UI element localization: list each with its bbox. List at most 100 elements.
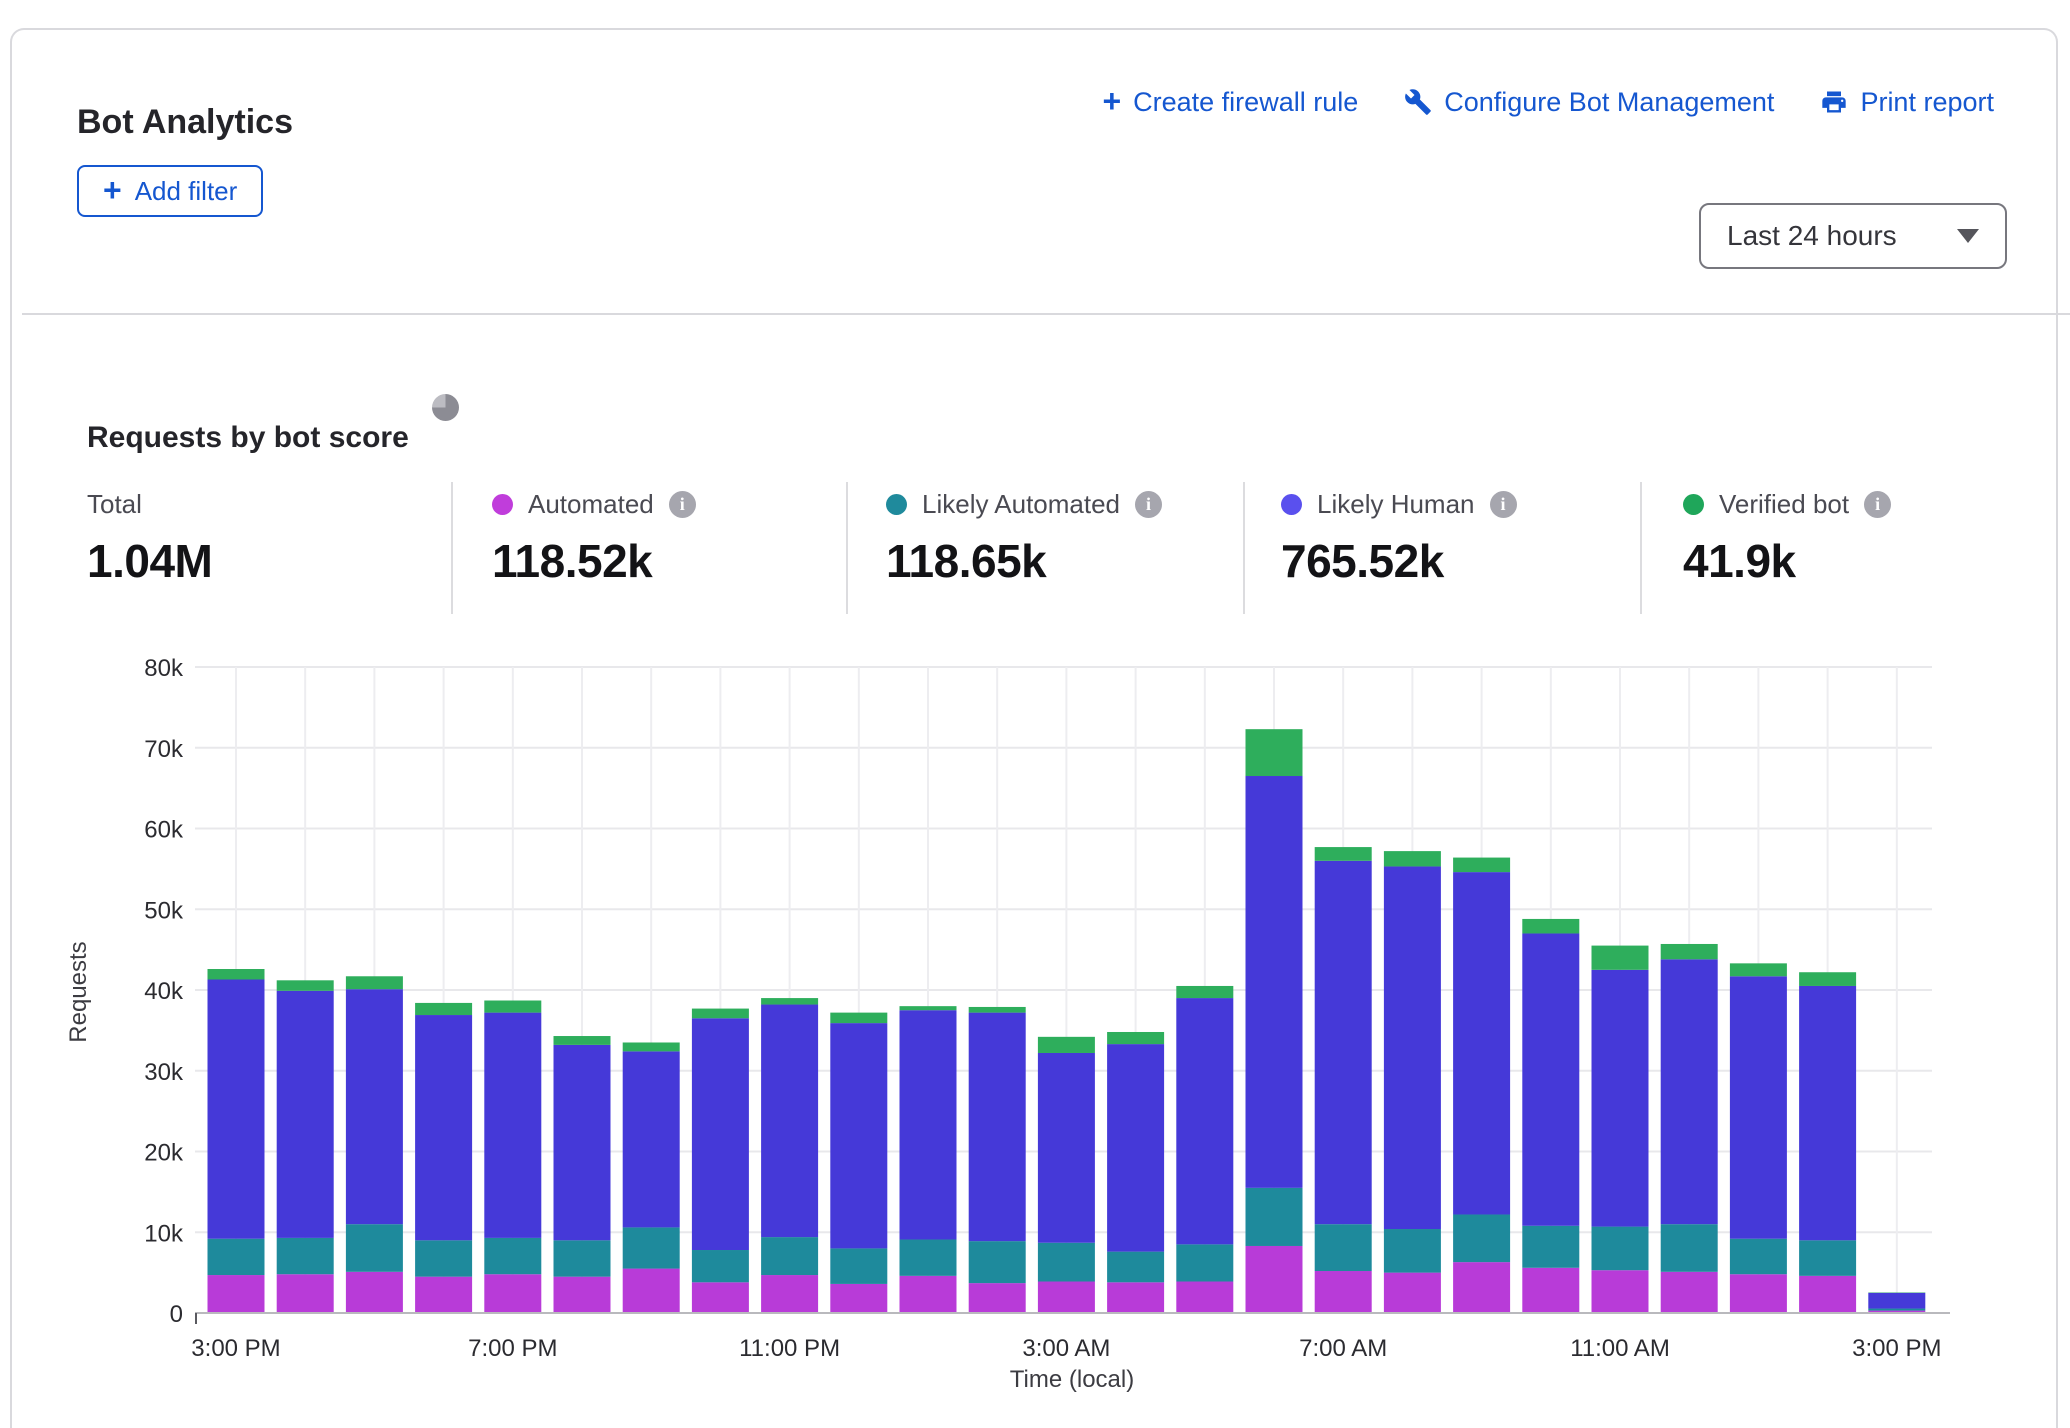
bar-segment[interactable]: [623, 1051, 680, 1227]
bar-segment[interactable]: [277, 980, 334, 990]
time-range-select[interactable]: Last 24 hours: [1699, 203, 2007, 269]
bar-segment[interactable]: [415, 1277, 472, 1313]
bar-segment[interactable]: [1176, 1282, 1233, 1313]
bar-segment[interactable]: [1176, 1244, 1233, 1281]
bot-score-chart[interactable]: 010k20k30k40k50k60k70k80k3:00 PM7:00 PM1…: [0, 600, 2070, 1394]
bar-segment[interactable]: [623, 1269, 680, 1313]
bar-segment[interactable]: [1522, 1268, 1579, 1313]
bar-segment[interactable]: [1730, 1239, 1787, 1275]
print-report-link[interactable]: Print report: [1820, 87, 1994, 118]
bar-segment[interactable]: [554, 1045, 611, 1240]
bar-segment[interactable]: [1453, 1214, 1510, 1262]
bar-segment[interactable]: [346, 1224, 403, 1272]
bar-segment[interactable]: [900, 1276, 957, 1313]
bar-segment[interactable]: [900, 1240, 957, 1276]
bar-segment[interactable]: [830, 1013, 887, 1023]
bar-segment[interactable]: [1661, 1272, 1718, 1313]
configure-bot-management-link[interactable]: Configure Bot Management: [1404, 87, 1774, 118]
bar-segment[interactable]: [277, 1238, 334, 1274]
bar-segment[interactable]: [1453, 1262, 1510, 1313]
bar-segment[interactable]: [969, 1007, 1026, 1013]
bar-segment[interactable]: [1661, 959, 1718, 1224]
bar-segment[interactable]: [1730, 1274, 1787, 1313]
bar-segment[interactable]: [692, 1282, 749, 1313]
bar-segment[interactable]: [900, 1006, 957, 1010]
bar-segment[interactable]: [1384, 851, 1441, 866]
bar-segment[interactable]: [208, 1239, 265, 1275]
bar-segment[interactable]: [1315, 1271, 1372, 1313]
bar-segment[interactable]: [1176, 998, 1233, 1244]
bar-segment[interactable]: [554, 1277, 611, 1313]
bar-segment[interactable]: [277, 991, 334, 1238]
bar-segment[interactable]: [1246, 729, 1303, 776]
bar-segment[interactable]: [1315, 1224, 1372, 1271]
bar-segment[interactable]: [1038, 1053, 1095, 1243]
bar-segment[interactable]: [1384, 866, 1441, 1229]
bar-segment[interactable]: [1799, 1276, 1856, 1313]
bar-segment[interactable]: [484, 1013, 541, 1238]
bar-segment[interactable]: [1453, 858, 1510, 873]
bar-segment[interactable]: [1592, 946, 1649, 970]
bar-segment[interactable]: [1592, 1270, 1649, 1313]
bar-segment[interactable]: [761, 1237, 818, 1275]
bar-segment[interactable]: [623, 1227, 680, 1268]
bar-segment[interactable]: [1246, 776, 1303, 1188]
bar-segment[interactable]: [623, 1042, 680, 1051]
bar-segment[interactable]: [1038, 1243, 1095, 1282]
bar-segment[interactable]: [830, 1284, 887, 1313]
bar-segment[interactable]: [692, 1009, 749, 1019]
bar-segment[interactable]: [692, 1250, 749, 1282]
bar-segment[interactable]: [1730, 963, 1787, 976]
bar-segment[interactable]: [1592, 1227, 1649, 1271]
bar-segment[interactable]: [1799, 1240, 1856, 1276]
bar-segment[interactable]: [1730, 976, 1787, 1238]
bar-segment[interactable]: [969, 1013, 1026, 1242]
bar-segment[interactable]: [554, 1240, 611, 1276]
bar-segment[interactable]: [761, 1005, 818, 1238]
bar-segment[interactable]: [1246, 1188, 1303, 1246]
bar-segment[interactable]: [208, 969, 265, 979]
bar-segment[interactable]: [1661, 1224, 1718, 1272]
bar-segment[interactable]: [1176, 986, 1233, 998]
bar-segment[interactable]: [484, 1274, 541, 1313]
bar-segment[interactable]: [692, 1018, 749, 1250]
bar-segment[interactable]: [554, 1036, 611, 1045]
bar-segment[interactable]: [484, 1000, 541, 1012]
bar-segment[interactable]: [830, 1023, 887, 1248]
bar-segment[interactable]: [1038, 1037, 1095, 1053]
bar-segment[interactable]: [415, 1240, 472, 1276]
info-icon[interactable]: i: [1864, 491, 1891, 518]
add-filter-button[interactable]: + Add filter: [77, 165, 263, 217]
bar-segment[interactable]: [1799, 986, 1856, 1240]
bar-segment[interactable]: [1107, 1032, 1164, 1044]
bar-segment[interactable]: [830, 1248, 887, 1284]
bar-segment[interactable]: [1315, 847, 1372, 861]
bar-segment[interactable]: [346, 989, 403, 1224]
bar-segment[interactable]: [346, 976, 403, 989]
bar-segment[interactable]: [1661, 944, 1718, 959]
bar-segment[interactable]: [1107, 1282, 1164, 1313]
bar-segment[interactable]: [1522, 1226, 1579, 1268]
bar-segment[interactable]: [277, 1274, 334, 1313]
bar-segment[interactable]: [346, 1272, 403, 1313]
info-icon[interactable]: i: [669, 491, 696, 518]
info-icon[interactable]: i: [1135, 491, 1162, 518]
bar-segment[interactable]: [1799, 972, 1856, 986]
bar-segment[interactable]: [1868, 1309, 1925, 1311]
bar-segment[interactable]: [1107, 1044, 1164, 1252]
bar-segment[interactable]: [969, 1283, 1026, 1313]
bar-segment[interactable]: [1384, 1229, 1441, 1273]
bar-segment[interactable]: [1868, 1293, 1925, 1309]
bar-segment[interactable]: [969, 1241, 1026, 1283]
bar-segment[interactable]: [1522, 933, 1579, 1225]
info-icon[interactable]: i: [1490, 491, 1517, 518]
bar-segment[interactable]: [208, 980, 265, 1239]
bar-segment[interactable]: [415, 1015, 472, 1240]
bar-segment[interactable]: [761, 1275, 818, 1313]
bar-segment[interactable]: [1038, 1282, 1095, 1313]
bar-segment[interactable]: [484, 1238, 541, 1274]
bar-segment[interactable]: [1315, 861, 1372, 1224]
bar-segment[interactable]: [208, 1275, 265, 1313]
bar-segment[interactable]: [1384, 1273, 1441, 1313]
bar-segment[interactable]: [761, 998, 818, 1004]
